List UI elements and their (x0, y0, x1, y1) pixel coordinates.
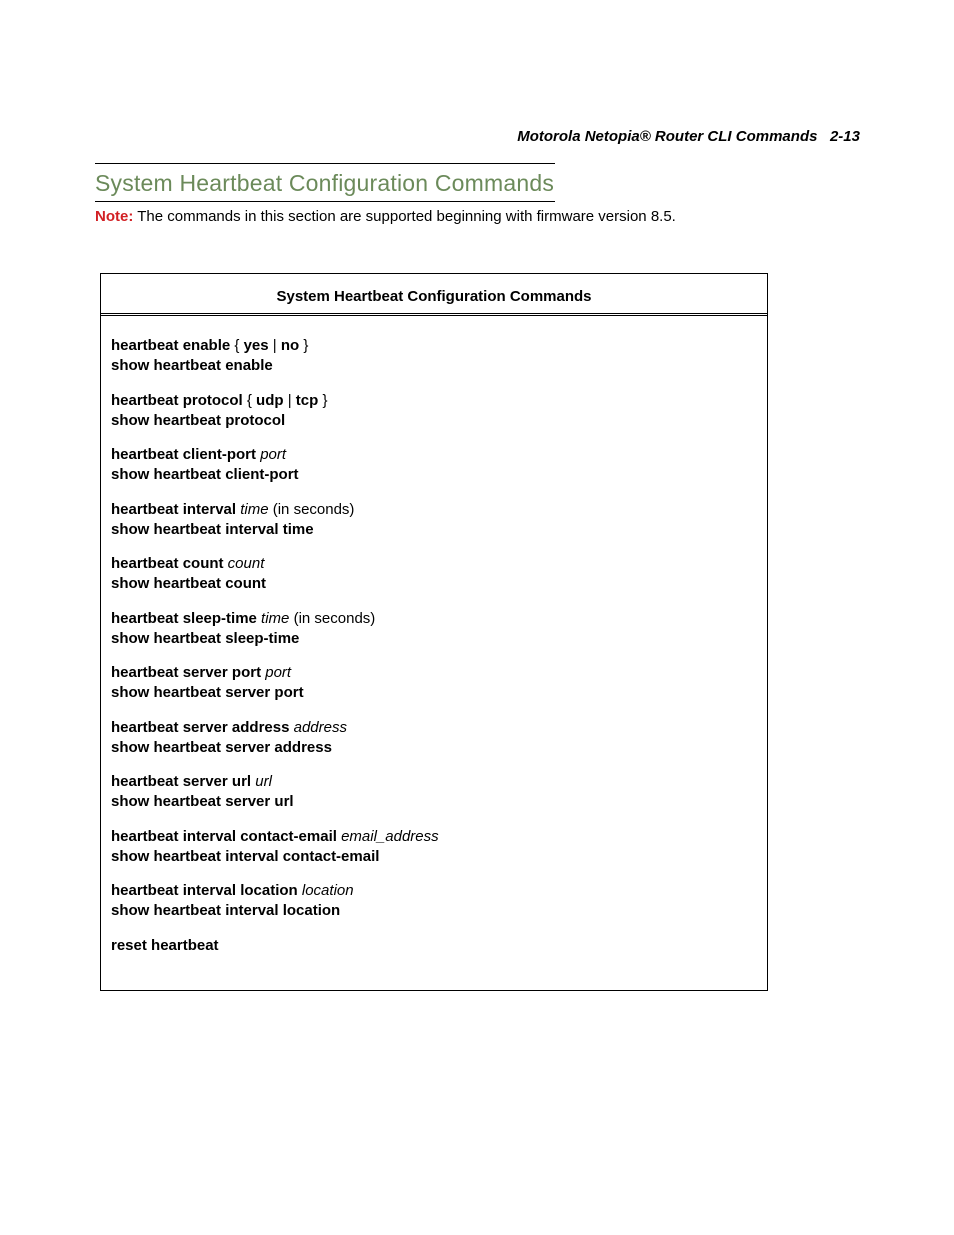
command-keyword: heartbeat count (111, 555, 224, 572)
command-group: heartbeat server url urlshow heartbeat s… (111, 772, 753, 813)
command-text: { (243, 392, 256, 409)
command-group: heartbeat server address addressshow hea… (111, 718, 753, 759)
show-command: show heartbeat protocol (111, 411, 753, 431)
command-keyword: heartbeat interval location (111, 882, 298, 899)
command-text: } (318, 392, 327, 409)
command-line: heartbeat interval time (in seconds) (111, 500, 753, 520)
command-box: System Heartbeat Configuration Commands … (100, 273, 768, 991)
command-line: heartbeat interval contact-email email_a… (111, 827, 753, 847)
note-label: Note: (95, 208, 133, 225)
command-line: heartbeat server url url (111, 772, 753, 792)
command-option: udp (256, 392, 284, 409)
command-arg: location (298, 882, 354, 899)
command-option: no (281, 337, 299, 354)
show-command: show heartbeat interval location (111, 901, 753, 921)
command-group: heartbeat interval location locationshow… (111, 881, 753, 922)
command-text: { (230, 337, 243, 354)
command-line: reset heartbeat (111, 936, 753, 956)
show-command: show heartbeat interval contact-email (111, 847, 753, 867)
command-text: (in seconds) (289, 610, 375, 627)
command-box-body: heartbeat enable { yes | no }show heartb… (101, 316, 767, 990)
command-text: | (269, 337, 281, 354)
command-arg: port (261, 664, 291, 681)
show-command: show heartbeat enable (111, 356, 753, 376)
command-arg: time (236, 501, 269, 518)
command-keyword: heartbeat sleep-time (111, 610, 257, 627)
command-arg: count (224, 555, 265, 572)
command-arg: url (251, 773, 272, 790)
command-line: heartbeat client-port port (111, 445, 753, 465)
command-arg: address (289, 719, 347, 736)
show-command: show heartbeat server address (111, 738, 753, 758)
command-option: tcp (296, 392, 319, 409)
command-group: heartbeat protocol { udp | tcp }show hea… (111, 391, 753, 432)
command-keyword: heartbeat protocol (111, 392, 243, 409)
show-command: show heartbeat client-port (111, 465, 753, 485)
command-group: heartbeat interval time (in seconds)show… (111, 500, 753, 541)
command-keyword: heartbeat enable (111, 337, 230, 354)
command-line: heartbeat enable { yes | no } (111, 336, 753, 356)
command-line: heartbeat sleep-time time (in seconds) (111, 609, 753, 629)
command-line: heartbeat count count (111, 554, 753, 574)
command-option: yes (244, 337, 269, 354)
command-group: heartbeat count countshow heartbeat coun… (111, 554, 753, 595)
show-command: show heartbeat interval time (111, 520, 753, 540)
command-line: heartbeat server port port (111, 663, 753, 683)
command-text: } (299, 337, 308, 354)
command-text: (in seconds) (269, 501, 355, 518)
command-keyword: heartbeat server url (111, 773, 251, 790)
doc-title: Motorola Netopia® Router CLI Commands (517, 128, 817, 145)
command-box-title: System Heartbeat Configuration Commands (101, 274, 767, 316)
show-command: show heartbeat sleep-time (111, 629, 753, 649)
command-arg: port (256, 446, 286, 463)
command-text: | (284, 392, 296, 409)
command-line: heartbeat interval location location (111, 881, 753, 901)
command-group: heartbeat server port portshow heartbeat… (111, 663, 753, 704)
show-command: show heartbeat server port (111, 683, 753, 703)
command-line: heartbeat protocol { udp | tcp } (111, 391, 753, 411)
command-group: heartbeat sleep-time time (in seconds)sh… (111, 609, 753, 650)
note-line: Note: The commands in this section are s… (95, 208, 864, 225)
command-group: heartbeat enable { yes | no }show heartb… (111, 336, 753, 377)
command-keyword: heartbeat client-port (111, 446, 256, 463)
command-keyword: heartbeat server port (111, 664, 261, 681)
command-line: heartbeat server address address (111, 718, 753, 738)
command-arg: email_address (337, 828, 439, 845)
rule-bottom (95, 201, 555, 202)
command-group: reset heartbeat (111, 936, 753, 956)
command-keyword: heartbeat interval (111, 501, 236, 518)
command-keyword: heartbeat interval contact-email (111, 828, 337, 845)
section-title: System Heartbeat Configuration Commands (95, 170, 864, 197)
command-keyword: heartbeat server address (111, 719, 289, 736)
note-text: The commands in this section are support… (137, 208, 676, 225)
show-command: show heartbeat count (111, 574, 753, 594)
page: Motorola Netopia® Router CLI Commands 2-… (0, 0, 954, 991)
command-arg: time (257, 610, 290, 627)
command-keyword: reset heartbeat (111, 937, 219, 954)
rule-top (95, 163, 555, 164)
page-number: 2-13 (830, 128, 860, 145)
show-command: show heartbeat server url (111, 792, 753, 812)
command-group: heartbeat interval contact-email email_a… (111, 827, 753, 868)
command-group: heartbeat client-port portshow heartbeat… (111, 445, 753, 486)
page-header: Motorola Netopia® Router CLI Commands 2-… (95, 128, 864, 145)
